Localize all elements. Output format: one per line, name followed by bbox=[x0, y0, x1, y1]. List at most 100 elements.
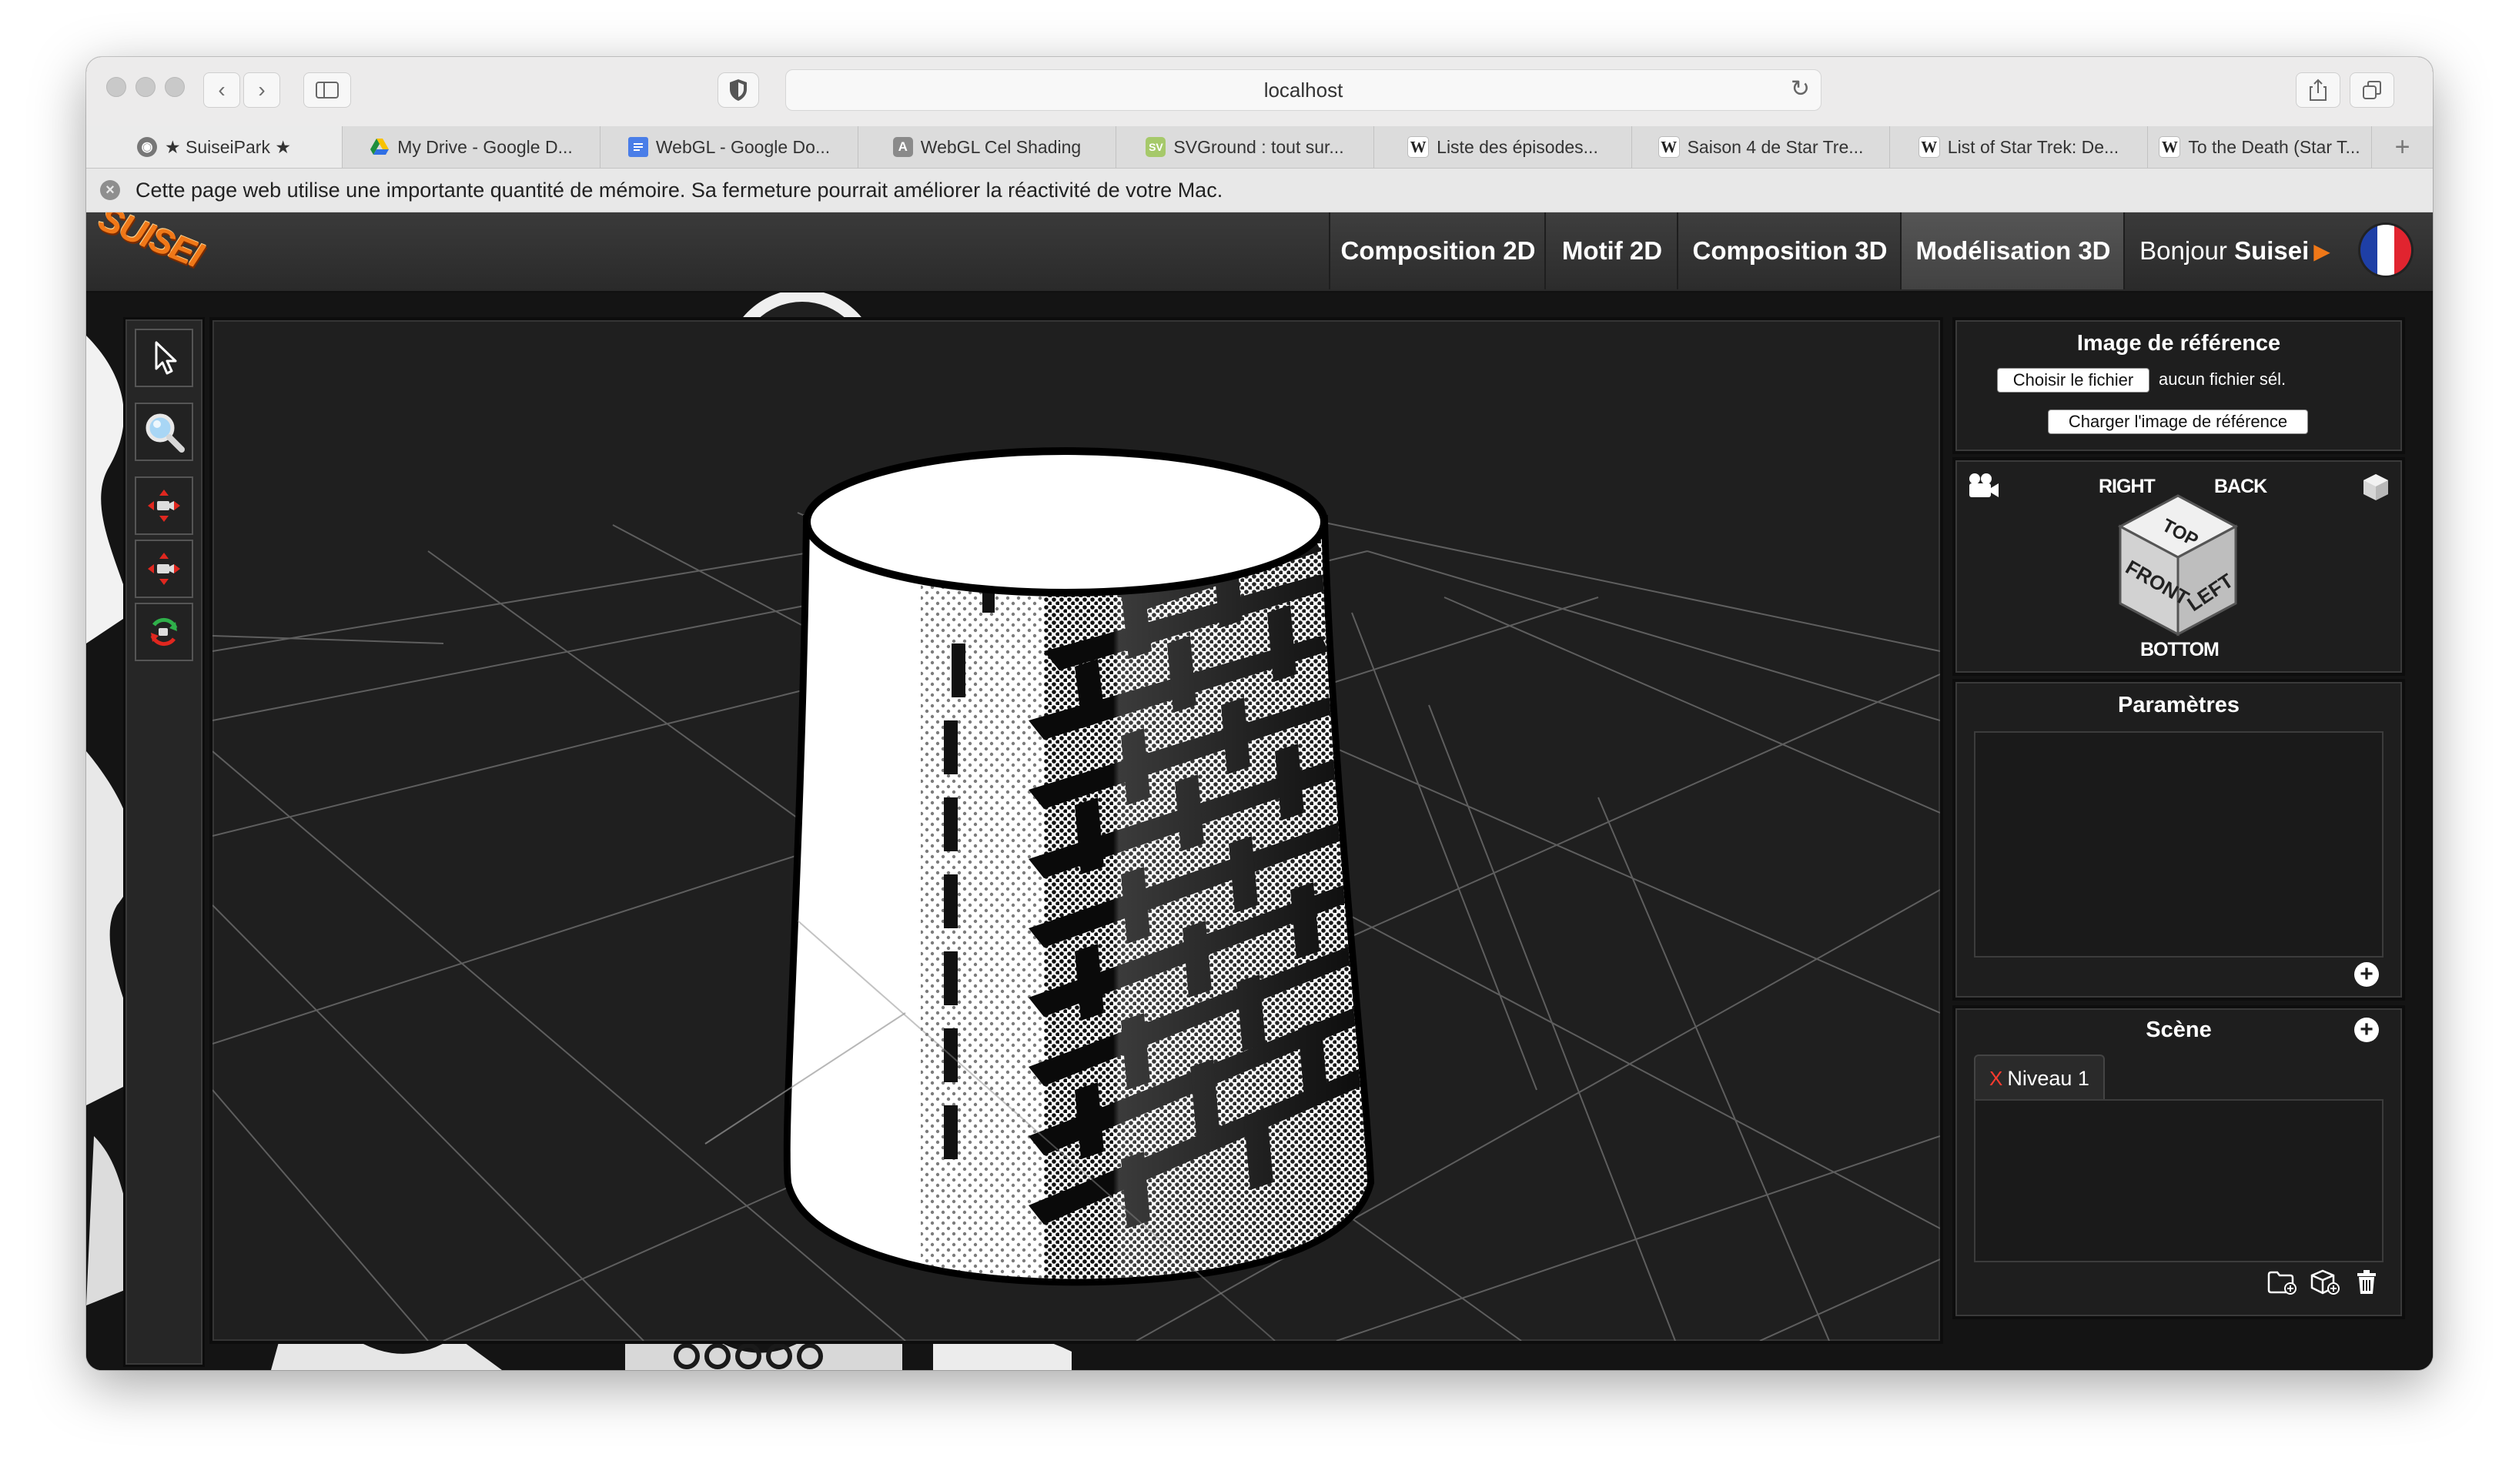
memory-warning-text: Cette page web utilise une importante qu… bbox=[135, 178, 1223, 202]
github-icon: ◉ bbox=[137, 137, 158, 157]
tab-webgl-doc[interactable]: WebGL - Google Do... bbox=[600, 126, 858, 168]
move-camera-icon bbox=[148, 553, 180, 585]
google-docs-icon bbox=[627, 137, 648, 157]
close-icon[interactable]: × bbox=[100, 180, 120, 200]
memory-warning-bar: × Cette page web utilise une importante … bbox=[86, 169, 2433, 212]
close-window-button[interactable] bbox=[106, 77, 126, 97]
tab-saison-4[interactable]: W Saison 4 de Star Tre... bbox=[1632, 126, 1890, 168]
share-icon bbox=[2310, 79, 2327, 101]
user-name: Suisei bbox=[2234, 236, 2310, 265]
load-reference-button[interactable]: Charger l'image de référence bbox=[2048, 409, 2308, 434]
select-tool-button[interactable] bbox=[135, 329, 193, 387]
tab-title: Liste des épisodes... bbox=[1437, 136, 1598, 157]
google-drive-icon bbox=[370, 137, 390, 157]
tab-bar: ◉ ★ SuiseiPark ★ My Drive - Google D... … bbox=[86, 126, 2433, 169]
tab-title: WebGL Cel Shading bbox=[920, 136, 1082, 157]
address-bar[interactable]: localhost ↻ bbox=[785, 69, 1822, 111]
app-navbar: SUISEI Composition 2D Motif 2D Compositi… bbox=[86, 212, 2433, 292]
parameters-panel: Paramètres + bbox=[1952, 679, 2405, 1001]
privacy-report-button[interactable] bbox=[718, 72, 759, 108]
tab-title: WebGL - Google Do... bbox=[655, 136, 831, 157]
back-button[interactable]: ‹ bbox=[203, 72, 240, 108]
view-cube-panel: RIGHT BACK BOTTOM TOP FRONT LEFT bbox=[1952, 457, 2405, 676]
nav-motif-2d[interactable]: Motif 2D bbox=[1544, 212, 1678, 289]
add-object-cube-icon[interactable] bbox=[2310, 1267, 2340, 1298]
add-scene-item-plus-icon[interactable]: + bbox=[2354, 1018, 2379, 1042]
sidebar-icon bbox=[316, 82, 339, 99]
tab-title: My Drive - Google D... bbox=[397, 136, 573, 157]
share-button[interactable] bbox=[2296, 72, 2340, 108]
french-flag-icon[interactable] bbox=[2360, 225, 2411, 276]
nav-composition-2d[interactable]: Composition 2D bbox=[1329, 212, 1546, 289]
add-folder-icon[interactable] bbox=[2266, 1267, 2297, 1298]
3d-viewport[interactable] bbox=[209, 317, 1943, 1344]
user-menu[interactable]: Bonjour Suisei ▶ bbox=[2123, 212, 2345, 289]
nav-modelisation-3d[interactable]: Modélisation 3D bbox=[1900, 212, 2125, 289]
add-parameter-plus-icon[interactable]: + bbox=[2354, 962, 2379, 987]
tab-title: List of Star Trek: De... bbox=[1947, 136, 2119, 157]
nav-composition-3d[interactable]: Composition 3D bbox=[1677, 212, 1902, 289]
new-tab-button[interactable]: + bbox=[2372, 126, 2433, 168]
tab-title: SVGround : tout sur... bbox=[1173, 136, 1344, 157]
tab-suiseipark[interactable]: ◉ ★ SuiseiPark ★ bbox=[86, 126, 343, 168]
no-file-label: aucun fichier sél. bbox=[2159, 369, 2287, 389]
wikipedia-icon: W bbox=[1407, 136, 1430, 158]
zoom-window-button[interactable] bbox=[165, 77, 185, 97]
tab-to-the-death[interactable]: W To the Death (Star T... bbox=[2148, 126, 2372, 168]
choose-file-button[interactable]: Choisir le fichier bbox=[1997, 368, 2149, 393]
wikipedia-icon: W bbox=[1658, 136, 1680, 158]
parameters-list bbox=[1974, 731, 2384, 958]
url-text: localhost bbox=[1263, 78, 1343, 102]
zoom-magnifier-icon bbox=[146, 413, 185, 453]
sidebar-toggle-button[interactable] bbox=[303, 72, 351, 108]
reload-icon[interactable]: ↻ bbox=[1791, 75, 1810, 102]
tabs-overview-icon bbox=[2363, 81, 2381, 99]
shield-icon bbox=[730, 79, 747, 101]
trash-icon[interactable] bbox=[2351, 1267, 2382, 1298]
app-area: SUISEI Composition 2D Motif 2D Compositi… bbox=[86, 212, 2433, 1370]
greeting-prefix: Bonjour bbox=[2139, 236, 2227, 265]
tab-title: ★ SuiseiPark ★ bbox=[165, 136, 291, 157]
level-name: Niveau 1 bbox=[2007, 1066, 2089, 1090]
suisei-logo[interactable]: SUISEI bbox=[93, 212, 208, 276]
rotate-camera-tool-button[interactable] bbox=[135, 603, 193, 661]
chevron-right-icon: › bbox=[258, 78, 266, 102]
tab-title: To the Death (Star T... bbox=[2188, 136, 2360, 157]
svg-icon: SV bbox=[1146, 137, 1166, 157]
tool-palette bbox=[123, 317, 205, 1367]
parameters-panel-title: Paramètres bbox=[2118, 693, 2240, 717]
scene-level-tab[interactable]: X Niveau 1 bbox=[1974, 1055, 2105, 1101]
scene-tree bbox=[1974, 1099, 2384, 1262]
view-cube[interactable]: TOP FRONT LEFT bbox=[2113, 493, 2243, 639]
rotate-camera-icon bbox=[150, 617, 178, 647]
tab-list-star-trek[interactable]: W List of Star Trek: De... bbox=[1890, 126, 2148, 168]
zoom-tool-button[interactable] bbox=[135, 403, 193, 461]
tab-svground[interactable]: SV SVGround : tout sur... bbox=[1116, 126, 1374, 168]
tab-liste-episodes[interactable]: W Liste des épisodes... bbox=[1374, 126, 1632, 168]
tab-overview-button[interactable] bbox=[2350, 72, 2394, 108]
scene-panel-title: Scène bbox=[2146, 1018, 2212, 1042]
tab-title: Saison 4 de Star Tre... bbox=[1687, 136, 1864, 157]
wikipedia-icon: W bbox=[2159, 136, 2181, 158]
play-arrow-icon: ▶ bbox=[2313, 239, 2330, 263]
view-bottom-label[interactable]: BOTTOM bbox=[2140, 639, 2220, 661]
tab-my-drive[interactable]: My Drive - Google D... bbox=[343, 126, 600, 168]
minimize-window-button[interactable] bbox=[135, 77, 156, 97]
pan-camera-tool-button[interactable] bbox=[135, 476, 193, 535]
reference-panel-title: Image de référence bbox=[2076, 331, 2281, 356]
tab-webgl-cel-shading[interactable]: A WebGL Cel Shading bbox=[858, 126, 1116, 168]
scene-panel: Scène + X Niveau 1 bbox=[1952, 1005, 2405, 1319]
video-camera-icon[interactable] bbox=[1966, 473, 2000, 500]
cube-icon[interactable] bbox=[2362, 473, 2390, 502]
reference-image-panel: Image de référence Choisir le fichier au… bbox=[1952, 317, 2405, 454]
forward-button[interactable]: › bbox=[243, 72, 280, 108]
browser-window: ‹ › localhost ↻ ◉ ★ SuiseiPark ★ My Driv bbox=[86, 57, 2433, 1370]
pan-camera-icon bbox=[148, 490, 180, 522]
select-arrow-icon bbox=[155, 341, 177, 375]
chevron-left-icon: ‹ bbox=[218, 78, 226, 102]
3d-scene-render bbox=[212, 447, 1941, 1342]
wikipedia-icon: W bbox=[1918, 136, 1940, 158]
remove-level-x-icon[interactable]: X bbox=[1989, 1067, 2002, 1091]
browser-toolbar: ‹ › localhost ↻ bbox=[86, 57, 2433, 127]
move-camera-tool-button[interactable] bbox=[135, 540, 193, 598]
